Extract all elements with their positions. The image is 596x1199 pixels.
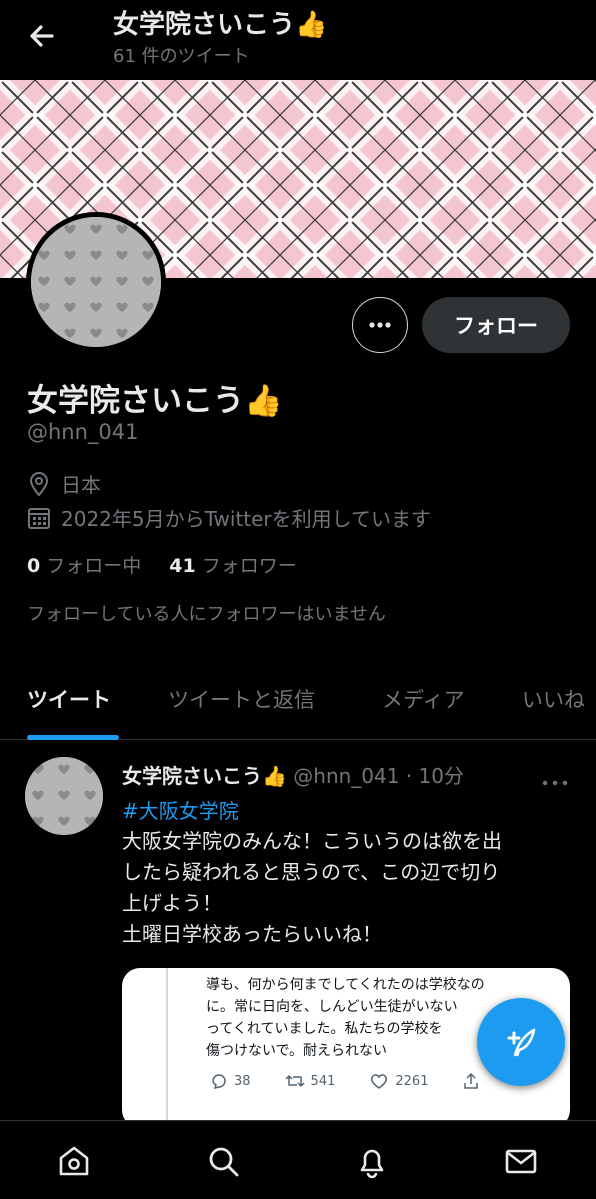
retweet-icon (285, 1075, 305, 1087)
follow-button[interactable]: フォロー (422, 297, 570, 353)
tweet-header: 女学院さいこう👍 @hnn_041 · 10分 (122, 760, 464, 789)
share-icon (464, 1072, 479, 1089)
profile-tabs: ツイート ツイートと返信 メディア いいね (0, 668, 596, 740)
tab-tweets[interactable]: ツイート (27, 684, 111, 714)
messages-envelope-icon[interactable] (501, 1141, 541, 1181)
compose-tweet-icon (507, 1028, 536, 1057)
calendar-icon (28, 507, 50, 529)
tab-media[interactable]: メディア (382, 684, 465, 714)
media-reply-count: 38 (210, 1072, 251, 1090)
heart-icon (371, 1074, 388, 1089)
joined-text: 2022年5月からTwitterを利用しています (61, 507, 432, 531)
tweet-text-line: 土曜日学校あったらいいね！ (122, 922, 382, 946)
profile-joined-date: 2022年5月からTwitterを利用しています (27, 503, 431, 532)
tab-likes[interactable]: いいね (522, 684, 585, 714)
header-tweet-count: 61 件のツイート (113, 46, 250, 67)
header-title: 女学院さいこう👍 (113, 10, 328, 40)
tweet-text-line: したら疑われると思うので、この辺で切り (122, 860, 501, 884)
compose-tweet-button[interactable] (477, 998, 565, 1086)
following-count: 0 (27, 555, 41, 577)
tweet-avatar[interactable] (25, 757, 103, 835)
location-text: 日本 (61, 473, 101, 497)
home-icon[interactable] (54, 1141, 94, 1181)
followers-count: 41 (169, 555, 196, 577)
media-share (462, 1072, 480, 1090)
tweet-text: 大阪女学院のみんな！こういうのは欲を出 したら疑われると思うので、この辺で切り … (122, 826, 572, 950)
profile-handle: @hnn_041 (27, 420, 139, 444)
reply-icon (212, 1074, 226, 1090)
followers-link[interactable]: 41 フォロワー (169, 555, 297, 577)
following-link[interactable]: 0 フォロー中 (27, 555, 141, 577)
media-like-count: 2261 (369, 1072, 428, 1090)
tweet-author-name[interactable]: 女学院さいこう👍 (122, 764, 287, 788)
more-horizontal-icon (369, 322, 391, 328)
tweet-hashtag[interactable]: #大阪女学院 (122, 795, 239, 824)
followers-label: フォロワー (201, 555, 297, 577)
profile-more-button[interactable] (352, 297, 408, 353)
location-pin-icon (29, 471, 49, 497)
bottom-navigation (0, 1120, 596, 1199)
notifications-bell-icon[interactable] (352, 1141, 392, 1181)
thread-line (166, 968, 168, 1128)
back-arrow-icon[interactable] (22, 20, 62, 52)
profile-location: 日本 (27, 469, 101, 498)
profile-display-name: 女学院さいこう👍 (27, 383, 283, 419)
followers-you-know-note: フォローしている人にフォロワーはいません (27, 604, 386, 625)
tweet-text-line: 上げよう！ (122, 891, 222, 915)
media-retweet-count: 541 (285, 1072, 335, 1090)
tweet-text-line: 大阪女学院のみんな！こういうのは欲を出 (122, 829, 502, 853)
tweet-more-icon[interactable] (540, 772, 570, 786)
media-text-line: 導も、何から何までしてくれたのは学校なの (206, 977, 485, 993)
tab-tweets-and-replies[interactable]: ツイートと返信 (168, 684, 315, 714)
tweet-handle-time: @hnn_041 · 10分 (293, 764, 464, 788)
active-tab-indicator (27, 735, 119, 740)
following-label: フォロー中 (46, 555, 142, 577)
search-icon[interactable] (203, 1141, 243, 1181)
follow-counts: 0 フォロー中 41 フォロワー (27, 551, 297, 578)
profile-avatar[interactable] (26, 212, 166, 352)
media-action-bar: 38 541 2261 (210, 1072, 514, 1090)
top-bar: 女学院さいこう👍 61 件のツイート (0, 0, 596, 80)
